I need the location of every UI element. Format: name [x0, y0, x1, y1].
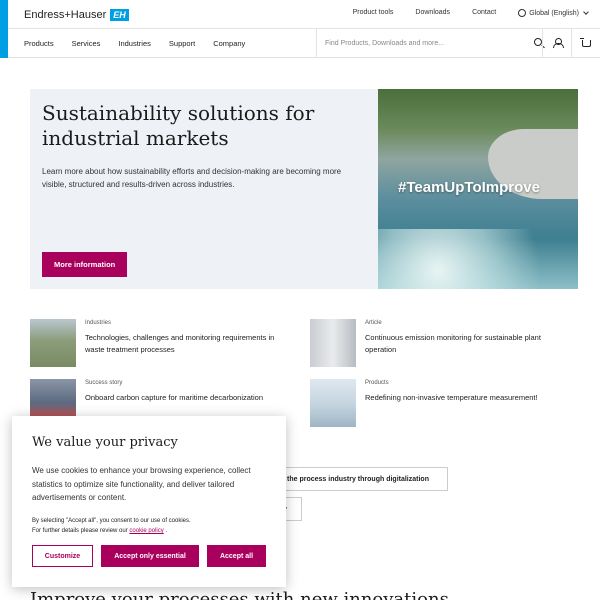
- search-icon[interactable]: [534, 38, 542, 46]
- nav-item-industries[interactable]: Industries: [118, 39, 151, 48]
- teaser-category: Article: [365, 320, 382, 326]
- section-heading: Improve your processes with new innovati…: [30, 589, 449, 600]
- teaser-category: Industries: [85, 320, 112, 326]
- globe-icon: [518, 9, 527, 17]
- logo[interactable]: Endress+Hauser EH: [24, 9, 129, 21]
- customize-button[interactable]: Customize: [32, 545, 93, 567]
- hero-image-water: [378, 229, 578, 289]
- region-selector[interactable]: Global (English): [518, 9, 589, 17]
- utility-links: Product tools Downloads Contact Global (…: [331, 9, 589, 17]
- hero-hashtag: #TeamUpToImprove: [398, 179, 540, 196]
- link-contact[interactable]: Contact: [472, 9, 496, 17]
- cart-icon: [579, 37, 591, 47]
- cookie-consent-dialog: We value your privacy We use cookies to …: [12, 416, 286, 587]
- search-placeholder: Find Products, Downloads and more...: [325, 39, 445, 47]
- brand-accent-bar: [0, 0, 8, 58]
- hero-title: Sustainability solutions for industrial …: [42, 101, 315, 150]
- chevron-down-icon: [583, 9, 589, 15]
- logo-badge: EH: [110, 9, 129, 21]
- teaser-thumbnail: [310, 319, 356, 367]
- teaser-category: Success story: [85, 380, 123, 386]
- teaser-title: Redefining non-invasive temperature meas…: [365, 393, 538, 402]
- teaser-card[interactable]: Article Continuous emission monitoring f…: [310, 319, 570, 369]
- nav-menu: Products Services Industries Support Com…: [24, 39, 263, 48]
- cookie-review-text: For further details please review our: [32, 528, 128, 534]
- cookie-period: .: [165, 528, 168, 534]
- cookie-title: We value your privacy: [32, 435, 178, 450]
- teaser-card[interactable]: Industries Technologies, challenges and …: [30, 319, 290, 369]
- logo-text: Endress+Hauser: [24, 9, 107, 21]
- user-icon: [552, 38, 564, 48]
- teaser-title: Continuous emission monitoring for susta…: [365, 333, 541, 354]
- teaser-thumbnail: [30, 319, 76, 367]
- nav-item-support[interactable]: Support: [169, 39, 195, 48]
- hero-banner: Sustainability solutions for industrial …: [30, 89, 578, 289]
- hero-description: Learn more about how sustainability effo…: [42, 167, 342, 189]
- cookie-policy-link[interactable]: cookie policy: [129, 528, 163, 534]
- teaser-card[interactable]: Products Redefining non-invasive tempera…: [310, 379, 570, 429]
- teaser-category: Products: [365, 380, 389, 386]
- teaser-thumbnail: [310, 379, 356, 427]
- nav-item-services[interactable]: Services: [72, 39, 101, 48]
- teaser-title: Onboard carbon capture for maritime deca…: [85, 393, 264, 402]
- accept-essential-button[interactable]: Accept only essential: [101, 545, 199, 567]
- cart-button[interactable]: [571, 29, 600, 57]
- cookie-body: We use cookies to enhance your browsing …: [32, 466, 251, 502]
- region-label: Global (English): [529, 9, 579, 17]
- cookie-consent-line-2: For further details please review our co…: [32, 526, 272, 536]
- topic-pill[interactable]: the process industry through digitalizat…: [268, 467, 448, 491]
- more-information-button[interactable]: More information: [42, 252, 128, 277]
- nav-item-products[interactable]: Products: [24, 39, 54, 48]
- cookie-consent-line-1: By selecting "Accept all", you consent t…: [32, 518, 191, 524]
- nav-item-company[interactable]: Company: [213, 39, 245, 48]
- cookie-consent-note: By selecting "Accept all", you consent t…: [32, 516, 272, 536]
- teaser-title: Technologies, challenges and monitoring …: [85, 333, 275, 354]
- hero-image: #TeamUpToImprove: [378, 89, 578, 289]
- link-product-tools[interactable]: Product tools: [353, 9, 394, 17]
- accept-all-button[interactable]: Accept all: [207, 545, 266, 567]
- top-bar: Endress+Hauser EH Product tools Download…: [8, 0, 600, 28]
- link-downloads[interactable]: Downloads: [415, 9, 450, 17]
- search-input[interactable]: Find Products, Downloads and more...: [316, 29, 550, 57]
- main-navigation: Products Services Industries Support Com…: [8, 28, 600, 58]
- account-button[interactable]: [542, 29, 571, 57]
